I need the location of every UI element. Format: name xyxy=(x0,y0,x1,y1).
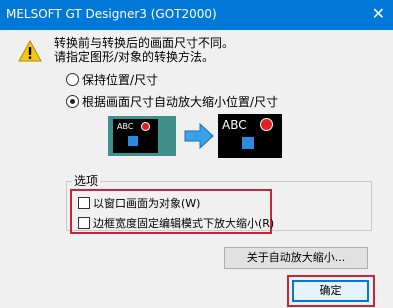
checkbox[interactable] xyxy=(78,197,90,209)
message-line-2: 请指定图形/对象的转换方法。 xyxy=(54,50,215,64)
radio-label: 根据画面尺寸自动放大缩小位置/尺寸 xyxy=(82,95,279,109)
ok-button[interactable]: 确定 xyxy=(292,280,369,302)
conversion-preview: ABC ABC xyxy=(108,114,288,158)
red-circle-icon xyxy=(141,122,150,131)
message-text: 转换前与转换后的画面尺寸不同。 请指定图形/对象的转换方法。 xyxy=(54,36,234,64)
blue-square-icon xyxy=(242,137,254,149)
checkbox[interactable] xyxy=(78,217,90,229)
warning-icon xyxy=(18,40,42,62)
checkbox-window-screen[interactable]: 以窗口画面为对象(W) xyxy=(78,195,200,211)
arrow-right-icon xyxy=(184,122,214,150)
preview-after: ABC xyxy=(218,114,282,158)
preview-before-text: ABC xyxy=(117,122,134,131)
red-circle-icon xyxy=(260,118,273,131)
blue-square-icon xyxy=(128,136,138,146)
radio-button[interactable] xyxy=(66,73,79,86)
title-bar: MELSOFT GT Designer3 (GOT2000) ✕ xyxy=(0,0,393,30)
radio-keep-position-size[interactable]: 保持位置/尺寸 xyxy=(66,71,158,88)
checkbox-border-width-fixed[interactable]: 边框宽度固定编辑模式下放大缩小(R) xyxy=(78,215,274,231)
preview-after-text: ABC xyxy=(222,118,247,132)
checkbox-label: 以窗口画面为对象(W) xyxy=(93,197,201,210)
preview-before-screen: ABC xyxy=(113,119,158,153)
dialog-body: 转换前与转换后的画面尺寸不同。 请指定图形/对象的转换方法。 保持位置/尺寸 根… xyxy=(0,30,393,308)
radio-label: 保持位置/尺寸 xyxy=(82,73,159,87)
close-icon[interactable]: ✕ xyxy=(372,5,385,23)
window-title: MELSOFT GT Designer3 (GOT2000) xyxy=(6,7,217,21)
about-auto-scale-button[interactable]: 关于自动放大缩小... xyxy=(224,247,368,269)
preview-before: ABC xyxy=(108,116,176,156)
checkbox-label: 边框宽度固定编辑模式下放大缩小(R) xyxy=(93,217,275,230)
radio-button-checked[interactable] xyxy=(66,95,79,108)
message-line-1: 转换前与转换后的画面尺寸不同。 xyxy=(54,36,235,50)
options-group-label: 选项 xyxy=(72,174,101,188)
radio-auto-scale[interactable]: 根据画面尺寸自动放大缩小位置/尺寸 xyxy=(66,93,278,110)
